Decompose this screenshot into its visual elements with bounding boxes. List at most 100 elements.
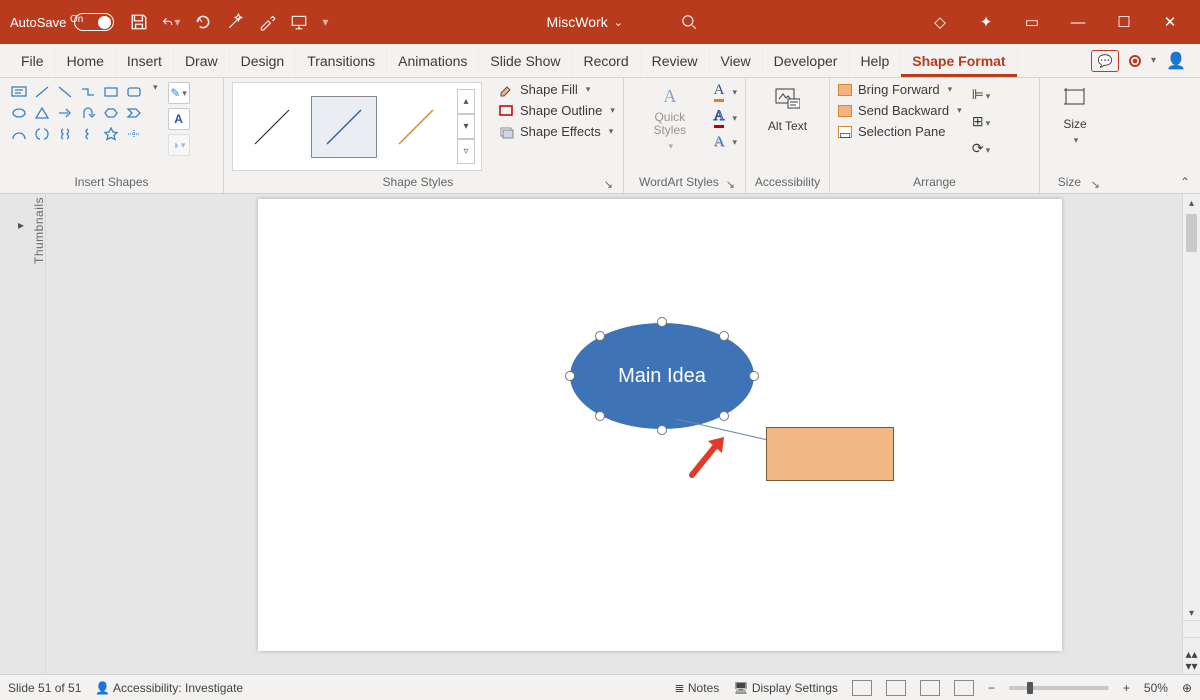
shape-triangle-icon[interactable] (31, 103, 53, 123)
shape-effects-button[interactable]: Shape Effects▾ (498, 124, 615, 139)
normal-view-button[interactable] (852, 680, 872, 696)
slideshow-view-button[interactable] (954, 680, 974, 696)
merge-shapes-button[interactable]: ◑▾ (168, 134, 190, 156)
size-button[interactable]: Size▾ (1056, 82, 1094, 150)
tab-transitions[interactable]: Transitions (296, 44, 387, 77)
gallery-up-icon[interactable]: ▴ (457, 89, 475, 114)
tab-review[interactable]: Review (641, 44, 710, 77)
shape-brace-icon[interactable] (54, 124, 76, 144)
search-icon[interactable] (680, 13, 698, 31)
accessibility-status[interactable]: 👤 Accessibility: Investigate (95, 681, 243, 695)
maximize-button[interactable]: ☐ (1114, 13, 1134, 31)
shape-chevron-icon[interactable] (123, 103, 145, 123)
gallery-more-icon[interactable]: ▿ (457, 139, 475, 164)
shape-uarrow-icon[interactable] (77, 103, 99, 123)
zoom-in-button[interactable]: + (1123, 681, 1130, 695)
tab-record[interactable]: Record (572, 44, 640, 77)
style-gallery[interactable]: ▴ ▾ ▿ (232, 82, 482, 171)
vertical-scrollbar[interactable]: ▴ ▾ ▴▴ ▾▾ (1182, 194, 1200, 674)
quick-styles-button[interactable]: A Quick Styles▾ (632, 82, 708, 156)
selection-handle[interactable] (657, 317, 667, 327)
zoom-slider-thumb[interactable] (1027, 682, 1033, 694)
redo-icon[interactable] (194, 13, 212, 31)
reading-view-button[interactable] (920, 680, 940, 696)
alt-text-button[interactable]: Alt Text (762, 82, 813, 137)
thumbnails-pane[interactable]: ▸ Thumbnails (0, 194, 46, 674)
ribbon-mode-icon[interactable]: ▭ (1022, 13, 1042, 31)
shape-star-icon[interactable] (100, 124, 122, 144)
shape-more-icon[interactable] (123, 124, 145, 144)
minimize-button[interactable]: ― (1068, 14, 1088, 31)
record-indicator-icon[interactable] (1129, 55, 1141, 67)
shape-textbox-icon[interactable] (8, 82, 30, 102)
shape-elbow-icon[interactable] (77, 82, 99, 102)
size-launcher-icon[interactable]: ↘ (1091, 178, 1100, 191)
tab-insert[interactable]: Insert (116, 44, 174, 77)
shape-arc-icon[interactable] (8, 124, 30, 144)
rotate-button[interactable]: ⟳▾ (972, 140, 990, 157)
scroll-thumb[interactable] (1186, 214, 1197, 252)
share-button[interactable]: 👤 (1166, 51, 1186, 71)
tab-slideshow[interactable]: Slide Show (479, 44, 572, 77)
down-caret-icon[interactable]: ▾ (1151, 55, 1156, 66)
present-icon[interactable] (290, 13, 308, 31)
sub-rectangle[interactable] (766, 427, 894, 481)
shape-brace2-icon[interactable] (77, 124, 99, 144)
sorter-view-button[interactable] (886, 680, 906, 696)
group-button[interactable]: ⊞▾ (972, 113, 990, 130)
send-backward-button[interactable]: Send Backward▾ (838, 103, 962, 118)
magic-icon[interactable] (226, 13, 244, 31)
next-slide-icon[interactable]: ▾▾ (1185, 660, 1197, 672)
zoom-percent[interactable]: 50% (1144, 681, 1168, 695)
shape-hex-icon[interactable] (100, 103, 122, 123)
zoom-slider[interactable] (1009, 686, 1109, 690)
fit-to-window-button[interactable]: ⊕ (1182, 681, 1192, 695)
expand-thumbnails-icon[interactable]: ▸ (18, 218, 24, 232)
slide-counter[interactable]: Slide 51 of 51 (8, 681, 81, 695)
shape-outline-button[interactable]: Shape Outline▾ (498, 103, 615, 118)
text-effects-button[interactable]: A▾ (714, 134, 737, 151)
textbox-button[interactable]: A (168, 108, 190, 130)
shape-fill-button[interactable]: Shape Fill▾ (498, 82, 615, 97)
selection-handle[interactable] (595, 331, 605, 341)
selection-handle[interactable] (657, 425, 667, 435)
scroll-up-icon[interactable]: ▴ (1183, 194, 1200, 212)
scroll-down-icon[interactable]: ▾ (1183, 604, 1200, 622)
style-thumb-3[interactable] (383, 96, 449, 158)
eyedropper-icon[interactable] (258, 13, 276, 31)
selection-handle[interactable] (719, 411, 729, 421)
tab-file[interactable]: File (10, 44, 56, 77)
sparkle-icon[interactable]: ✦ (976, 13, 996, 31)
tab-developer[interactable]: Developer (763, 44, 850, 77)
edit-shape-button[interactable]: ✎▾ (168, 82, 190, 104)
selection-pane-button[interactable]: ▭Selection Pane (838, 124, 962, 139)
display-settings-button[interactable]: 🖥 Display Settings (733, 681, 838, 695)
tab-animations[interactable]: Animations (387, 44, 479, 77)
shape-bracket-icon[interactable] (31, 124, 53, 144)
slide[interactable]: Main Idea (258, 199, 1062, 651)
autosave-control[interactable]: AutoSave On (6, 13, 114, 31)
diamond-icon[interactable]: ◇ (930, 13, 950, 31)
notes-button[interactable]: ≣ Notes (675, 681, 720, 695)
text-fill-button[interactable]: A▾ (714, 82, 737, 102)
comments-button[interactable]: 💬 (1091, 50, 1119, 72)
tab-design[interactable]: Design (230, 44, 297, 77)
shape-styles-launcher-icon[interactable]: ↘ (604, 178, 613, 191)
shape-arrow-icon[interactable] (54, 103, 76, 123)
selection-handle[interactable] (749, 371, 759, 381)
style-thumb-2[interactable] (311, 96, 377, 158)
tab-draw[interactable]: Draw (174, 44, 230, 77)
undo-icon[interactable]: ▾ (162, 13, 180, 31)
document-title[interactable]: MiscWork ⌄ (547, 14, 623, 30)
shape-rect-icon[interactable] (100, 82, 122, 102)
align-button[interactable]: ⊫▾ (972, 86, 991, 103)
text-outline-button[interactable]: A▾ (714, 108, 737, 128)
tab-view[interactable]: View (710, 44, 763, 77)
collapse-ribbon-icon[interactable]: ⌃ (1180, 175, 1190, 189)
selection-handle[interactable] (719, 331, 729, 341)
save-icon[interactable] (130, 13, 148, 31)
slide-canvas-area[interactable]: Main Idea ▴ ▾ (46, 194, 1200, 674)
selection-handle[interactable] (595, 411, 605, 421)
shapes-gallery[interactable] (8, 82, 145, 144)
wordart-launcher-icon[interactable]: ↘ (726, 178, 735, 191)
